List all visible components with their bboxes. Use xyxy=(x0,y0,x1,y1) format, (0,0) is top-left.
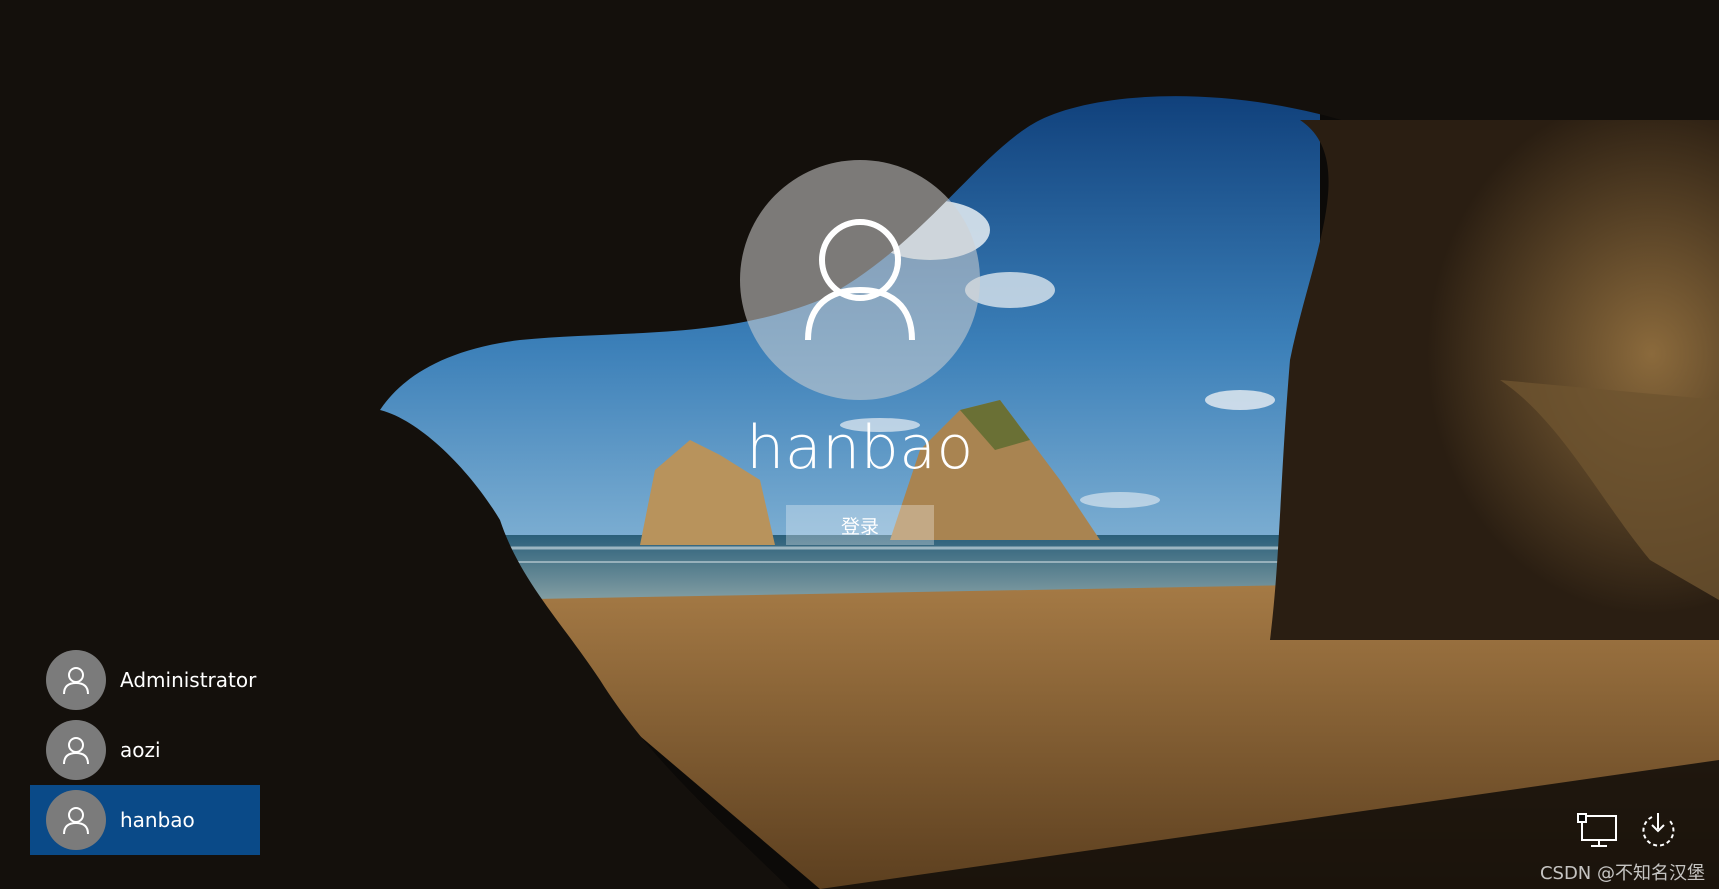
user-item-label: aozi xyxy=(120,738,161,762)
current-user-name: hanbao xyxy=(746,413,974,483)
user-icon xyxy=(46,650,106,710)
sign-in-button[interactable]: 登录 xyxy=(786,505,934,545)
user-icon xyxy=(46,790,106,850)
user-item-administrator[interactable]: Administrator xyxy=(30,645,260,715)
current-user-avatar xyxy=(740,160,980,400)
user-item-label: Administrator xyxy=(120,668,257,692)
user-item-hanbao[interactable]: hanbao xyxy=(30,785,260,855)
user-icon xyxy=(46,720,106,780)
power-icon[interactable] xyxy=(1636,810,1680,850)
user-item-aozi[interactable]: aozi xyxy=(30,715,260,785)
user-icon xyxy=(805,219,915,341)
watermark: CSDN @不知名汉堡 xyxy=(1539,863,1705,884)
user-item-label: hanbao xyxy=(120,808,195,832)
user-switcher-list: Administrator aozi hanbao xyxy=(30,645,260,855)
network-icon[interactable] xyxy=(1575,810,1619,850)
